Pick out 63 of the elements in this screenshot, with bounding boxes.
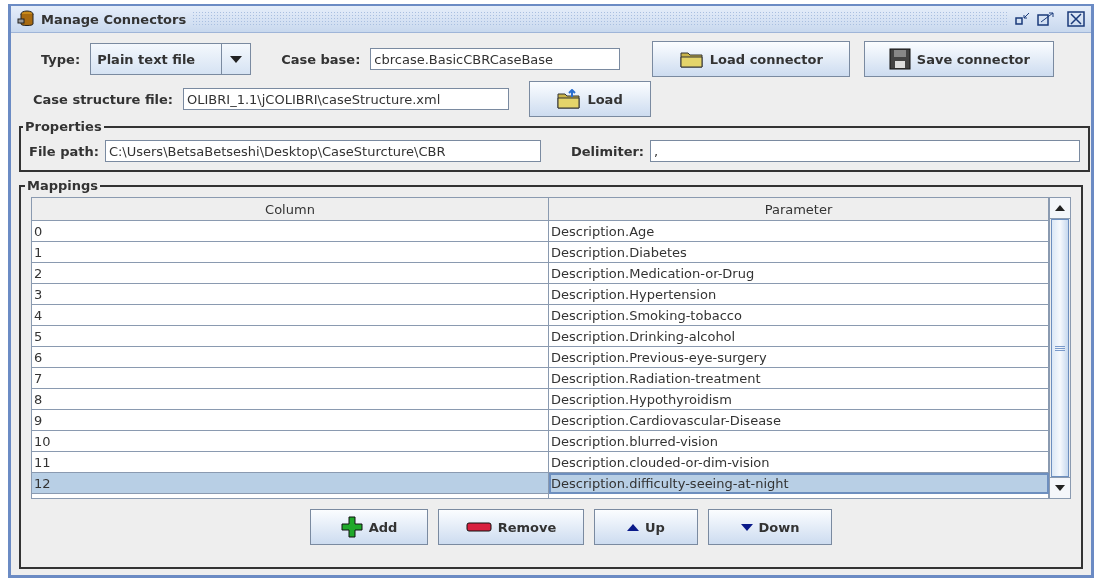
table-cell: Description.Cardiovascular-Disease xyxy=(549,410,1049,431)
case-base-field[interactable]: cbrcase.BasicCBRCaseBase xyxy=(370,48,621,70)
table-cell: Description.Age xyxy=(549,221,1049,242)
table-cell: Description.Previous-eye-surgery xyxy=(549,347,1049,368)
table-cell: 4 xyxy=(32,305,549,326)
properties-title: Properties xyxy=(24,119,103,134)
remove-button[interactable]: Remove xyxy=(438,509,584,545)
table-cell: 0 xyxy=(32,221,549,242)
up-arrow-icon[interactable] xyxy=(1055,205,1065,211)
maximize-icon[interactable] xyxy=(1037,12,1055,26)
type-label: Type: xyxy=(41,51,81,67)
down-arrow-icon[interactable] xyxy=(1055,485,1065,491)
table-cell: Description.clouded-or-dim-vision xyxy=(549,452,1049,473)
scrollbar[interactable] xyxy=(1049,198,1070,498)
add-button[interactable]: Add xyxy=(310,509,428,545)
file-path-label: File path: xyxy=(29,143,99,159)
table-cell: 1 xyxy=(32,242,549,263)
delimiter-field[interactable]: , xyxy=(650,140,1081,162)
type-dropdown[interactable]: Plain text file xyxy=(90,43,252,75)
minimize-icon[interactable] xyxy=(1015,12,1031,26)
up-button[interactable]: Up xyxy=(594,509,698,545)
case-structure-label: Case structure file: xyxy=(33,91,174,107)
table-cell: 7 xyxy=(32,368,549,389)
table-cell: Description.Diabetes xyxy=(549,242,1049,263)
grip-icon xyxy=(1055,345,1065,351)
delimiter-label: Delimiter: xyxy=(570,143,645,159)
table-cell: Description.Medication-or-Drug xyxy=(549,263,1049,284)
save-connector-button[interactable]: Save connector xyxy=(864,41,1055,77)
table-cell: 3 xyxy=(32,284,549,305)
table-cell: Description.blurred-vision xyxy=(549,431,1049,452)
minus-icon xyxy=(465,522,492,532)
table-cell: 5 xyxy=(32,326,549,347)
table-cell: Description.difficulty-seeing-at-night xyxy=(549,473,1049,494)
down-button[interactable]: Down xyxy=(708,509,832,545)
load-connector-button[interactable]: Load connector xyxy=(652,41,851,77)
table-cell: Description.Smoking-tobacco xyxy=(549,305,1049,326)
table-cell: 9 xyxy=(32,410,549,431)
database-icon xyxy=(17,10,35,28)
column-header[interactable]: Column xyxy=(32,198,549,221)
table-cell: Description.Hypothyroidism xyxy=(549,389,1049,410)
load-button[interactable]: Load xyxy=(529,81,652,117)
case-structure-field[interactable]: OLIBRI_1.1\jCOLIBRI\caseStructure.xml xyxy=(183,88,510,110)
close-icon[interactable] xyxy=(1067,11,1085,27)
table-cell: 12 xyxy=(32,473,549,494)
folder-upload-icon xyxy=(557,89,582,109)
folder-icon xyxy=(679,50,704,68)
table-cell: 8 xyxy=(32,389,549,410)
table-cell: Description.Drinking-alcohol xyxy=(549,326,1049,347)
case-base-label: Case base: xyxy=(281,51,361,67)
down-arrow-icon xyxy=(740,523,753,531)
table-cell: Description.Hypertension xyxy=(549,284,1049,305)
file-path-field[interactable]: C:\Users\BetsaBetseshi\Desktop\CaseSturcture\CBR xyxy=(104,140,541,162)
table-cell: 10 xyxy=(32,431,549,452)
table-cell: 11 xyxy=(32,452,549,473)
up-arrow-icon xyxy=(627,523,640,531)
plus-icon xyxy=(340,516,363,538)
mappings-title: Mappings xyxy=(26,178,100,193)
window-title: Manage Connectors xyxy=(41,11,187,27)
table-cell: Description.Radiation-treatment xyxy=(549,368,1049,389)
caret-icon xyxy=(230,55,243,63)
table-cell: 2 xyxy=(32,263,549,284)
table-cell: 6 xyxy=(32,347,549,368)
column-header[interactable]: Parameter xyxy=(549,198,1049,221)
